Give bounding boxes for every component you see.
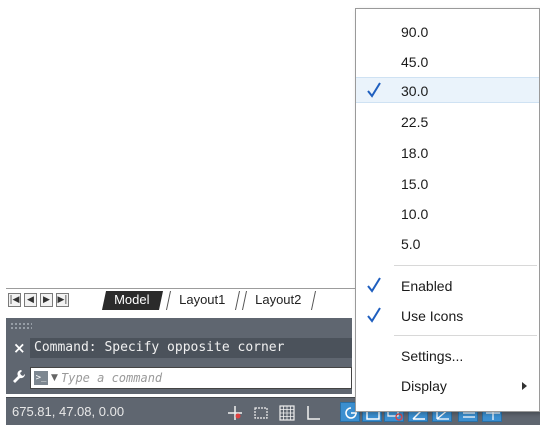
checkmark-icon [367,82,381,98]
menu-separator [394,335,537,336]
checkmark-icon [367,307,381,323]
menu-item-display[interactable]: Display [356,373,539,399]
tab-model[interactable]: Model [101,291,164,310]
last-layout-icon[interactable]: ▶| [56,293,69,307]
chevron-down-icon[interactable]: ▼ [51,370,58,386]
tab-layout1[interactable]: Layout1 [165,291,241,310]
polar-tracking-menu: 90.0 45.0 30.0 22.5 18.0 15.0 10.0 5.0 E… [355,8,540,412]
command-line-window: × Command: Specify opposite corner >_ ▼ [6,318,352,394]
menu-item-settings[interactable]: Settings... [356,343,539,369]
tab-layout2[interactable]: Layout2 [241,291,317,310]
menu-item-enabled[interactable]: Enabled [356,273,539,299]
first-layout-icon[interactable]: |◀ [8,293,21,307]
command-prompt-icon[interactable]: >_ [34,371,48,385]
menu-separator [394,265,537,266]
close-icon[interactable]: × [13,340,26,356]
menu-item-angle-45[interactable]: 45.0 [356,49,539,75]
prev-layout-icon[interactable]: ◀ [24,293,37,307]
drag-grip-icon[interactable] [10,322,32,330]
menu-item-angle-30[interactable]: 30.0 [356,77,539,103]
submenu-arrow-icon [522,382,527,390]
menu-item-angle-5[interactable]: 5.0 [356,231,539,257]
menu-item-use-icons[interactable]: Use Icons [356,303,539,329]
checkmark-icon [367,277,381,293]
menu-item-angle-22-5[interactable]: 22.5 [356,109,539,135]
ortho-icon[interactable] [302,402,322,422]
snap-mode-icon[interactable] [224,402,244,422]
grid-icon[interactable] [276,402,296,422]
menu-item-angle-15[interactable]: 15.0 [356,171,539,197]
next-layout-icon[interactable]: ▶ [40,293,53,307]
menu-item-angle-90[interactable]: 90.0 [356,19,539,45]
command-input[interactable] [61,369,341,387]
command-history: Command: Specify opposite corner [30,338,352,358]
command-input-row: >_ ▼ [30,367,352,389]
model-space-icon[interactable] [250,402,270,422]
layout-tab-bar: |◀ ◀ ▶ ▶| Model Layout1 Layout2 [6,288,356,311]
wrench-icon[interactable] [12,369,26,385]
menu-item-angle-18[interactable]: 18.0 [356,140,539,166]
coordinate-readout: 675.81, 47.08, 0.00 [12,404,125,419]
menu-item-angle-10[interactable]: 10.0 [356,201,539,227]
